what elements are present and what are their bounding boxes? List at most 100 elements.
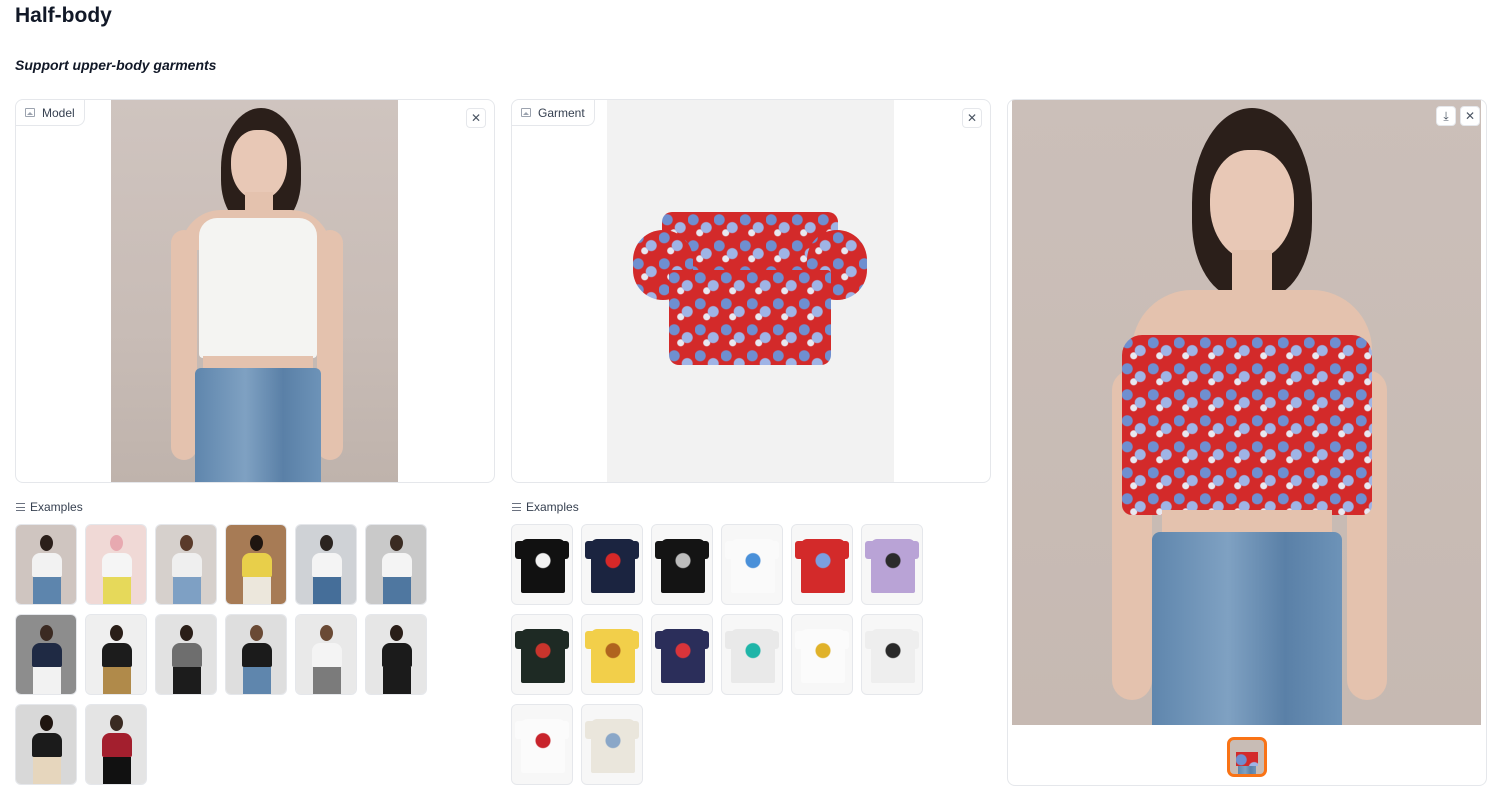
- example-person-bottom: [383, 577, 411, 604]
- example-person-top: [32, 643, 62, 667]
- download-button[interactable]: ⤓: [1436, 106, 1456, 126]
- example-person-bottom: [33, 757, 61, 784]
- garment-example-10[interactable]: [721, 614, 783, 695]
- garment-example-2[interactable]: [581, 524, 643, 605]
- example-person-top: [172, 643, 202, 667]
- model-example-7[interactable]: [15, 614, 77, 695]
- garment-shirt: [731, 629, 775, 683]
- model-clear-button[interactable]: ✕: [466, 108, 486, 128]
- list-icon: [16, 503, 25, 511]
- garment-example-14[interactable]: [581, 704, 643, 785]
- model-example-2[interactable]: [85, 524, 147, 605]
- example-person-bottom: [103, 757, 131, 784]
- garment-panel-label: Garment: [512, 100, 595, 126]
- example-person-head: [110, 715, 123, 731]
- model-examples-label: Examples: [16, 500, 83, 514]
- example-person-bottom: [33, 577, 61, 604]
- example-person-top: [382, 553, 412, 577]
- garment-image: [607, 100, 894, 482]
- example-person-top: [382, 643, 412, 667]
- model-example-5[interactable]: [295, 524, 357, 605]
- model-example-1[interactable]: [15, 524, 77, 605]
- image-icon: [521, 108, 531, 117]
- garment-shirt: [731, 539, 775, 593]
- model-example-12[interactable]: [365, 614, 427, 695]
- example-person-top: [102, 643, 132, 667]
- garment-example-5[interactable]: [791, 524, 853, 605]
- garment-example-4[interactable]: [721, 524, 783, 605]
- garment-shirt: [591, 629, 635, 683]
- model-jeans: [195, 368, 321, 482]
- example-person-head: [110, 625, 123, 641]
- model-example-3[interactable]: [155, 524, 217, 605]
- example-person-head: [390, 625, 403, 641]
- garment-shirt: [661, 629, 705, 683]
- model-example-9[interactable]: [155, 614, 217, 695]
- result-face: [1210, 150, 1294, 260]
- garment-example-1[interactable]: [511, 524, 573, 605]
- model-image-panel[interactable]: Model ✕: [15, 99, 495, 483]
- close-icon: ✕: [470, 111, 482, 125]
- model-example-4[interactable]: [225, 524, 287, 605]
- example-person-head: [40, 715, 53, 731]
- garment-example-9[interactable]: [651, 614, 713, 695]
- garment-image-panel[interactable]: Garment ✕: [511, 99, 991, 483]
- garment-example-13[interactable]: [511, 704, 573, 785]
- example-person-bottom: [243, 667, 271, 694]
- close-icon: ✕: [1464, 109, 1476, 123]
- garment-example-3[interactable]: [651, 524, 713, 605]
- example-person-head: [320, 535, 333, 551]
- model-example-11[interactable]: [295, 614, 357, 695]
- model-image: [111, 100, 398, 482]
- example-person-top: [242, 643, 272, 667]
- model-label-text: Model: [42, 105, 75, 120]
- result-close-button[interactable]: ✕: [1460, 106, 1480, 126]
- garment-example-11[interactable]: [791, 614, 853, 695]
- example-person-head: [250, 625, 263, 641]
- garment-shirt: [591, 719, 635, 773]
- example-person-bottom: [103, 667, 131, 694]
- example-person-bottom: [33, 667, 61, 694]
- model-example-10[interactable]: [225, 614, 287, 695]
- example-person-head: [110, 535, 123, 551]
- example-person-top: [242, 553, 272, 577]
- garment-example-12[interactable]: [861, 614, 923, 695]
- garment-clear-button[interactable]: ✕: [962, 108, 982, 128]
- model-examples-label-text: Examples: [30, 500, 83, 514]
- example-person-bottom: [173, 577, 201, 604]
- result-image-panel: ⤓ ✕: [1007, 99, 1487, 786]
- result-image: [1012, 100, 1481, 725]
- example-person-bottom: [383, 667, 411, 694]
- model-example-13[interactable]: [15, 704, 77, 785]
- download-icon: ⤓: [1443, 108, 1449, 123]
- image-icon: [25, 108, 35, 117]
- garment-shirt: [801, 629, 845, 683]
- example-person-top: [102, 733, 132, 757]
- example-person-head: [390, 535, 403, 551]
- example-person-head: [250, 535, 263, 551]
- garment-shirt: [591, 539, 635, 593]
- model-tank-top: [199, 218, 317, 358]
- garment-shirt: [871, 629, 915, 683]
- example-person-head: [40, 625, 53, 641]
- example-person-head: [180, 625, 193, 641]
- garment-shirt: [521, 539, 565, 593]
- example-person-bottom: [313, 667, 341, 694]
- garment-shirt: [661, 539, 705, 593]
- garment-peplum: [669, 270, 831, 365]
- result-thumbnail-selected[interactable]: [1227, 737, 1267, 777]
- model-arm-left: [171, 230, 197, 460]
- example-person-head: [320, 625, 333, 641]
- page-title: Half-body: [15, 4, 112, 27]
- model-example-6[interactable]: [365, 524, 427, 605]
- garment-label-text: Garment: [538, 105, 585, 120]
- garment-example-6[interactable]: [861, 524, 923, 605]
- garment-example-7[interactable]: [511, 614, 573, 695]
- example-person-top: [32, 733, 62, 757]
- model-example-14[interactable]: [85, 704, 147, 785]
- model-example-8[interactable]: [85, 614, 147, 695]
- garment-example-8[interactable]: [581, 614, 643, 695]
- example-person-bottom: [103, 577, 131, 604]
- result-jeans: [1152, 532, 1342, 725]
- close-icon: ✕: [966, 111, 978, 125]
